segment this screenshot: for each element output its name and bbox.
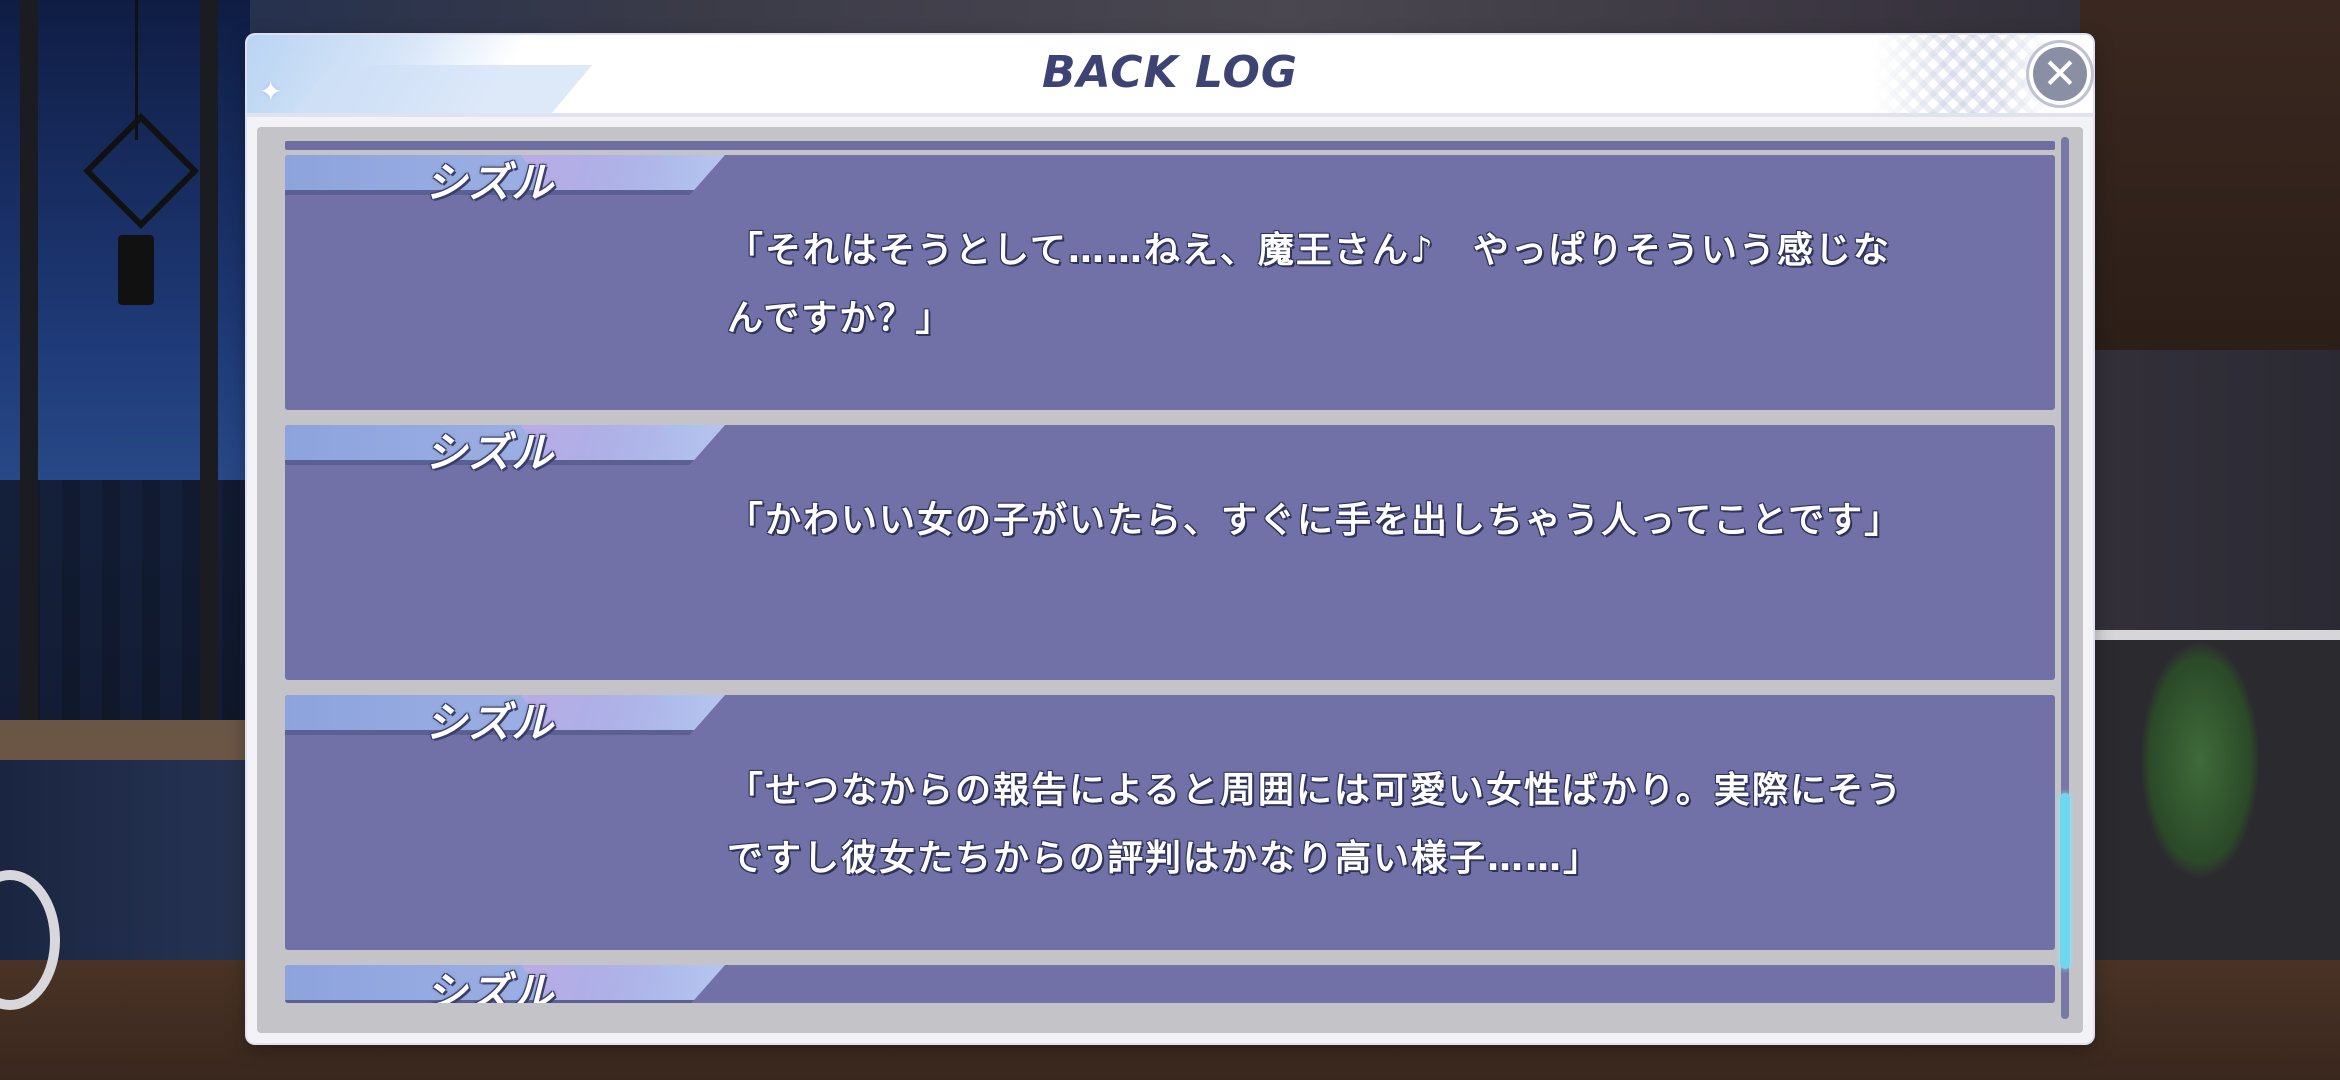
speaker-name: シズル <box>425 698 555 747</box>
backlog-header: ✦ BACK LOG <box>247 35 2093 117</box>
log-scrollbar[interactable] <box>2060 137 2070 1019</box>
log-entry-previous-edge <box>285 141 2055 150</box>
dialogue-text: 「それはそうとして……ねえ、魔王さん♪ やっぱりそういう感じなんですか？」 <box>727 230 1891 339</box>
dialogue-text: 「せつなからの報告によると周囲には可愛い女性ばかり。実際にそうですし彼女たちから… <box>727 770 1904 879</box>
scene-window-frame <box>20 0 38 760</box>
scene-window-frame <box>200 0 218 760</box>
scrollbar-thumb[interactable] <box>2060 793 2070 969</box>
scene-cabinet <box>2080 0 2340 350</box>
close-icon: ✕ <box>2042 49 2078 98</box>
backlog-dialog: ✦ BACK LOG ✕ シズル 「それはそうとして……ねえ、魔王さん♪ やっぱ… <box>247 35 2093 1043</box>
header-divider <box>247 113 2093 117</box>
speaker-name: シズル <box>425 428 555 477</box>
speaker-name: シズル <box>425 968 555 1003</box>
log-entry[interactable]: シズル 「それはそうとして……ねえ、魔王さん♪ やっぱりそういう感じなんですか？… <box>285 155 2055 410</box>
log-entry[interactable]: シズル <box>285 965 2055 1003</box>
scene-lamp-shade <box>118 235 154 305</box>
log-panel[interactable]: シズル 「それはそうとして……ねえ、魔王さん♪ やっぱりそういう感じなんですか？… <box>257 127 2083 1033</box>
scene-plant <box>2140 640 2260 880</box>
log-entry[interactable]: シズル 「かわいい女の子がいたら、すぐに手を出しちゃう人ってことです」 <box>285 425 2055 680</box>
close-button[interactable]: ✕ <box>2029 43 2091 105</box>
scene-table <box>0 720 260 760</box>
backlog-title: BACK LOG <box>1042 47 1298 98</box>
dialogue-text: 「かわいい女の子がいたら、すぐに手を出しちゃう人ってことです」 <box>727 500 1903 541</box>
speaker-name: シズル <box>425 158 555 207</box>
log-entry[interactable]: シズル 「せつなからの報告によると周囲には可愛い女性ばかり。実際にそうですし彼女… <box>285 695 2055 950</box>
log-list: シズル 「それはそうとして……ねえ、魔王さん♪ やっぱりそういう感じなんですか？… <box>285 127 2055 1033</box>
